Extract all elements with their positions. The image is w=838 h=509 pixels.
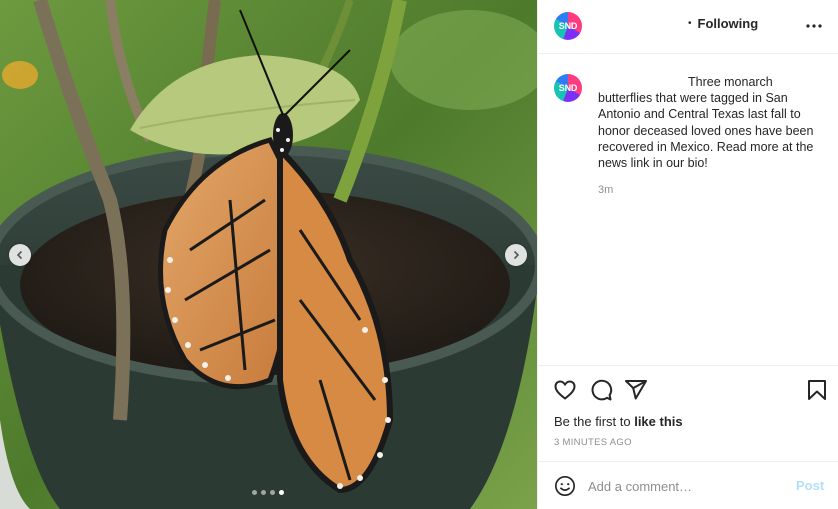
follow-separator: • (688, 18, 692, 29)
like-this-link[interactable]: like this (634, 414, 682, 429)
carousel-indicator (252, 490, 284, 495)
post-caption: SND Three monarch butterflies that were … (538, 54, 838, 366)
carousel-dot (270, 490, 275, 495)
likes-summary: Be the first to like this (554, 414, 683, 429)
avatar[interactable]: SND (554, 12, 582, 40)
chevron-left-icon (16, 250, 23, 260)
comment-bubble-icon[interactable] (589, 378, 613, 402)
smiley-icon[interactable] (554, 475, 576, 497)
carousel-dot-active (279, 490, 284, 495)
post-side-panel: SND • Following SND Three monarch butter… (537, 0, 838, 509)
post-comment-button[interactable]: Post (796, 478, 824, 493)
likes-prefix: Be the first to (554, 414, 635, 429)
paper-plane-icon[interactable] (624, 378, 648, 402)
avatar-initials: SND (558, 83, 578, 93)
chevron-right-icon (513, 250, 520, 260)
butterfly-photo (0, 0, 537, 509)
caption-age[interactable]: 3m (598, 184, 613, 196)
comment-bar: Post (538, 463, 838, 509)
carousel-prev-button[interactable] (9, 244, 31, 266)
ellipsis-icon (806, 24, 822, 28)
carousel-dot (252, 490, 257, 495)
avatar-initials: SND (558, 21, 578, 31)
post-media[interactable] (0, 0, 537, 509)
post-timestamp[interactable]: 3 MINUTES AGO (554, 437, 632, 448)
bookmark-icon[interactable] (805, 378, 829, 402)
follow-status[interactable]: • Following (688, 16, 758, 31)
caption-text: Three monarch butterflies that were tagg… (598, 75, 814, 171)
following-label: Following (697, 16, 759, 31)
more-options-button[interactable] (805, 18, 823, 34)
comment-input[interactable] (588, 475, 778, 497)
avatar[interactable]: SND (554, 74, 582, 102)
carousel-dot (261, 490, 266, 495)
heart-icon[interactable] (553, 378, 577, 402)
post-actions: Be the first to like this 3 MINUTES AGO (538, 366, 838, 462)
carousel-next-button[interactable] (505, 244, 527, 266)
post-header: SND • Following (538, 0, 838, 54)
